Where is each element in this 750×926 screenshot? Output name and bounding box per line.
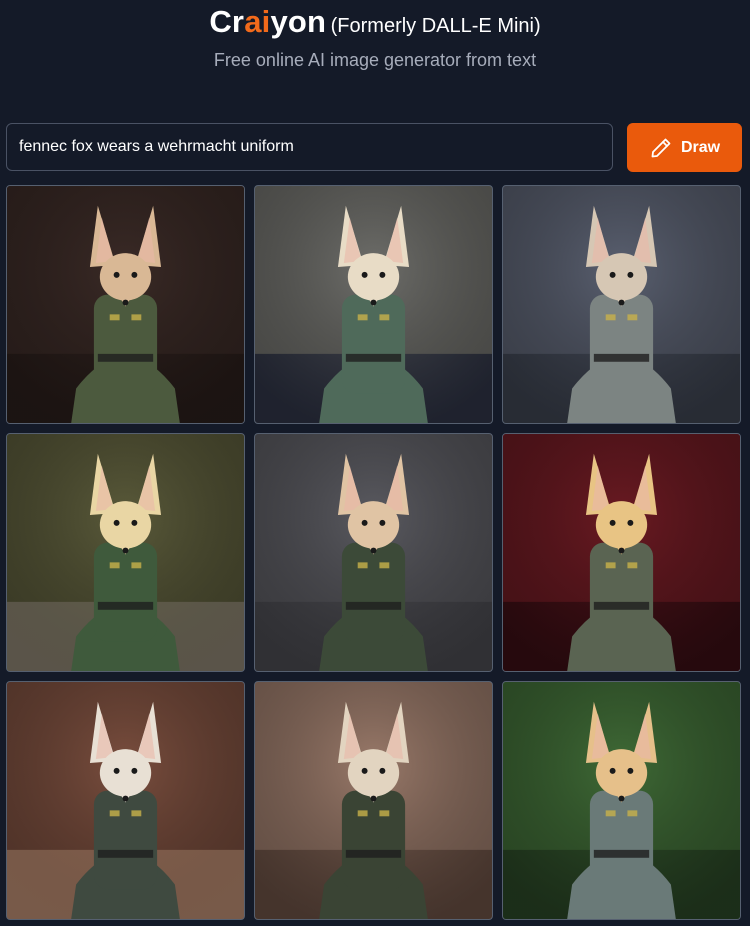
- fox-image: [7, 434, 244, 671]
- draw-button[interactable]: Draw: [627, 123, 742, 172]
- craiyon-page: Craiyon (Formerly DALL-E Mini) Free onli…: [0, 0, 750, 926]
- fox-image: [7, 186, 244, 423]
- fox-image: [255, 186, 492, 423]
- fox-image: [503, 682, 740, 919]
- prompt-input[interactable]: [7, 124, 612, 170]
- result-image[interactable]: [502, 433, 741, 672]
- result-image[interactable]: [254, 681, 493, 920]
- pencil-icon: [649, 136, 673, 160]
- page-title: Craiyon (Formerly DALL-E Mini): [0, 4, 750, 40]
- result-image[interactable]: [502, 681, 741, 920]
- result-image[interactable]: [502, 185, 741, 424]
- fox-image: [503, 186, 740, 423]
- fox-image: [255, 434, 492, 671]
- prompt-box: [6, 123, 613, 171]
- brand-text-pre: Cr: [209, 4, 245, 39]
- result-image[interactable]: [6, 185, 245, 424]
- fox-image: [255, 682, 492, 919]
- result-image[interactable]: [6, 681, 245, 920]
- brand-text-accent: ai: [244, 4, 271, 39]
- page-subtitle: Free online AI image generator from text: [213, 50, 537, 70]
- brand-text-post: yon: [270, 4, 327, 39]
- fox-image: [7, 682, 244, 919]
- formerly-label: (Formerly DALL-E Mini): [330, 15, 541, 37]
- result-image[interactable]: [254, 185, 493, 424]
- draw-button-label: Draw: [680, 138, 721, 156]
- result-image[interactable]: [6, 433, 245, 672]
- fox-image: [503, 434, 740, 671]
- result-image[interactable]: [254, 433, 493, 672]
- brand-logo[interactable]: Craiyon: [209, 4, 326, 39]
